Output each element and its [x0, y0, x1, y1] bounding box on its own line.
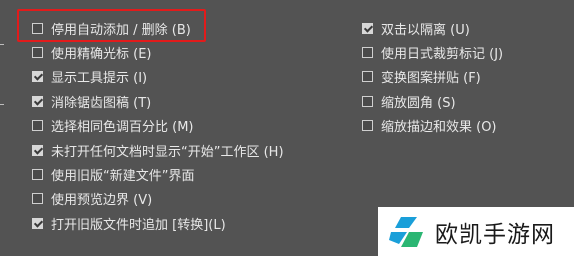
option-anti-aliased-artwork[interactable]: 消除锯齿图稿 (T)	[32, 89, 284, 113]
watermark: 欧凯手游网	[378, 207, 574, 256]
option-precise-cursors[interactable]: 使用精确光标 (E)	[32, 40, 284, 64]
option-japanese-crop-marks[interactable]: 使用日式裁剪标记 (J)	[362, 40, 503, 64]
checkbox[interactable]	[32, 144, 43, 156]
option-label: 使用预览边界 (V)	[51, 193, 153, 209]
option-use-preview-bounds[interactable]: 使用预览边界 (V)	[32, 187, 284, 211]
option-label: 未打开任何文档时显示“开始”工作区 (H)	[51, 144, 284, 160]
option-scale-corners[interactable]: 缩放圆角 (S)	[362, 89, 503, 113]
highlight-box	[17, 9, 206, 42]
option-label: 消除锯齿图稿 (T)	[51, 95, 152, 111]
option-show-tooltips[interactable]: 显示工具提示 (I)	[32, 65, 284, 89]
option-label: 使用精确光标 (E)	[51, 47, 152, 63]
checkbox[interactable]	[362, 47, 373, 59]
left-options-column: 停用自动添加 / 删除 (B) 使用精确光标 (E) 显示工具提示 (I) 消除…	[32, 16, 284, 236]
checkbox[interactable]	[362, 120, 373, 132]
option-label: 缩放圆角 (S)	[381, 95, 456, 111]
site-logo-icon	[389, 216, 423, 247]
option-label: 变换图案拼贴 (F)	[381, 71, 481, 87]
option-label: 双击以隔离 (U)	[381, 22, 470, 38]
option-legacy-new-document[interactable]: 使用旧版“新建文件”界面	[32, 162, 284, 186]
checkbox[interactable]	[32, 217, 43, 229]
checkbox[interactable]	[362, 95, 373, 107]
checkbox[interactable]	[362, 71, 373, 83]
option-label: 选择相同色调百分比 (M)	[51, 120, 194, 136]
option-label: 使用日式裁剪标记 (J)	[381, 47, 504, 63]
option-transform-pattern-tiles[interactable]: 变换图案拼贴 (F)	[362, 65, 503, 89]
checkbox[interactable]	[32, 193, 43, 205]
right-options-column: 双击以隔离 (U) 使用日式裁剪标记 (J) 变换图案拼贴 (F) 缩放圆角 (…	[362, 16, 503, 138]
option-label: 缩放描边和效果 (O)	[381, 120, 497, 136]
option-scale-strokes-effects[interactable]: 缩放描边和效果 (O)	[362, 114, 503, 138]
checkbox[interactable]	[362, 22, 373, 34]
option-label: 显示工具提示 (I)	[51, 71, 148, 87]
checkbox[interactable]	[32, 95, 43, 107]
left-edge-mark	[0, 104, 4, 105]
watermark-text: 欧凯手游网	[435, 221, 555, 248]
option-append-converted[interactable]: 打开旧版文件时追加 [转换](L)	[32, 211, 284, 235]
option-double-click-isolate[interactable]: 双击以隔离 (U)	[362, 16, 503, 40]
checkbox[interactable]	[32, 120, 43, 132]
option-show-start-workspace[interactable]: 未打开任何文档时显示“开始”工作区 (H)	[32, 138, 284, 162]
option-select-same-tint[interactable]: 选择相同色调百分比 (M)	[32, 114, 284, 138]
left-edge-mark	[0, 44, 4, 45]
option-label: 打开旧版文件时追加 [转换](L)	[51, 217, 226, 233]
checkbox[interactable]	[32, 169, 43, 181]
checkbox[interactable]	[32, 71, 43, 83]
option-label: 使用旧版“新建文件”界面	[51, 169, 195, 185]
checkbox[interactable]	[32, 47, 43, 59]
